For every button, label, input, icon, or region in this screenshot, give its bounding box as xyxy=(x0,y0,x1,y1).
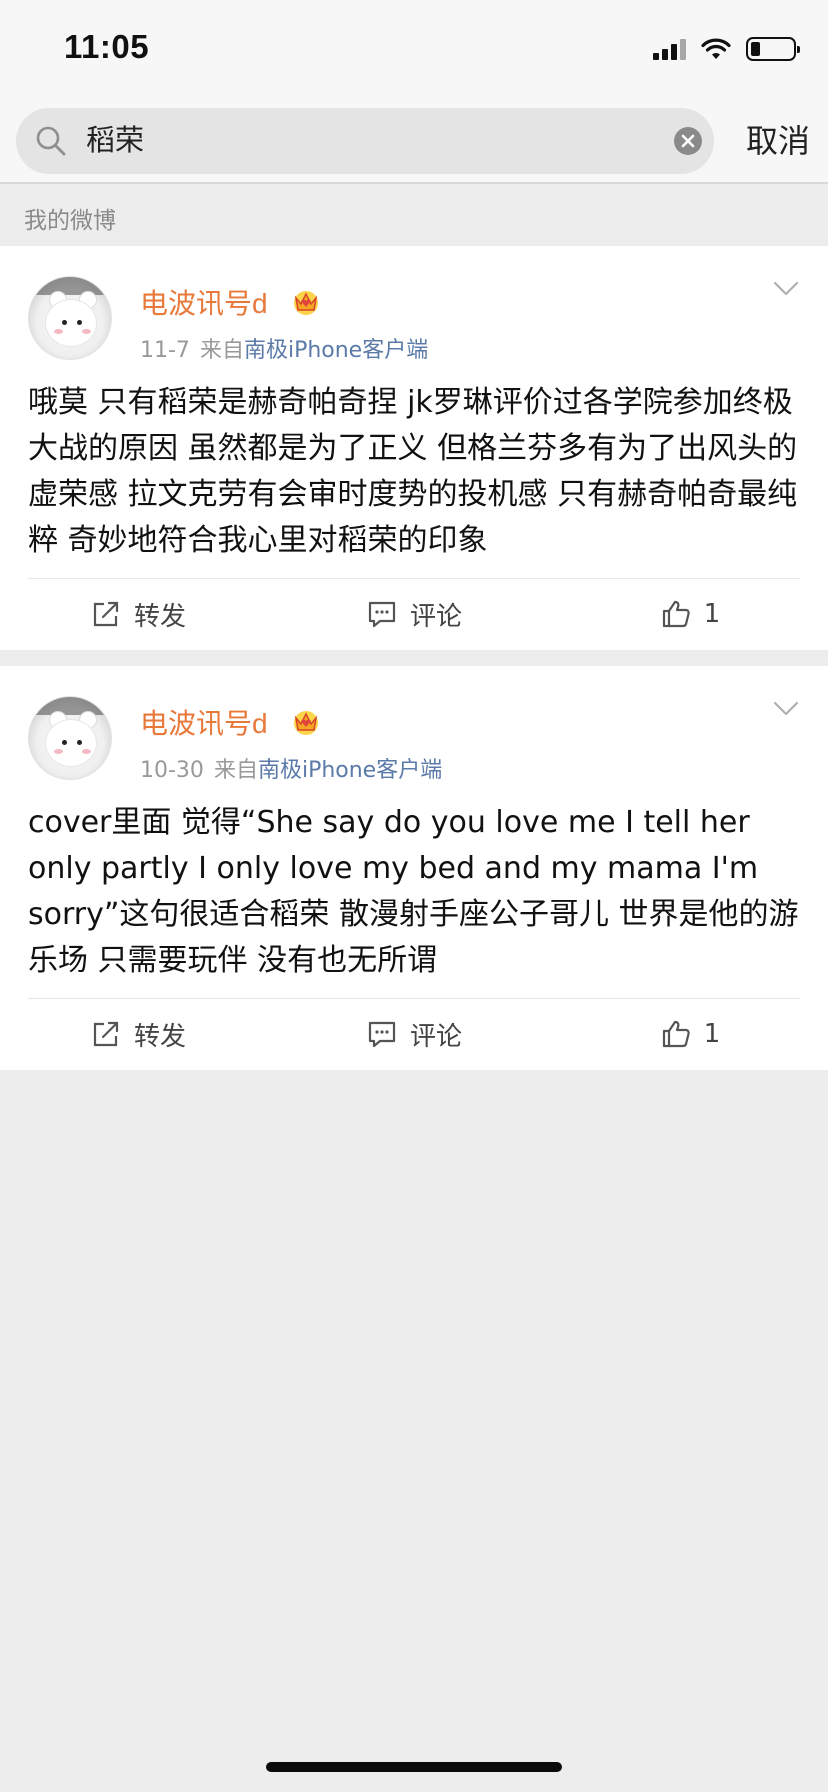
crown-vip-icon xyxy=(294,711,318,735)
source-prefix: 来自 xyxy=(199,338,244,363)
comment-label: 评论 xyxy=(409,1021,462,1052)
repost-button[interactable]: 转发 xyxy=(0,998,276,1070)
weibo-post[interactable]: 电波讯号d 11-7 来自南极iPhone客户端 哦莫 只有稻荣是赫奇帕奇捏 jk… xyxy=(0,246,828,650)
avatar[interactable] xyxy=(28,696,112,780)
comment-icon xyxy=(368,601,396,628)
home-indicator[interactable] xyxy=(266,1762,562,1772)
comment-button[interactable]: 评论 xyxy=(276,578,552,650)
post-meta: 11-7 来自南极iPhone客户端 xyxy=(140,332,428,364)
crown-vip-icon xyxy=(294,291,318,315)
source-link[interactable]: 南极iPhone客户端 xyxy=(258,758,442,783)
weibo-search-page: 11:05 稻荣 取消 我的微博 电波讯号d 11-7 来自南极iPhone客户… xyxy=(0,0,828,1792)
post-meta: 10-30 来自南极iPhone客户端 xyxy=(140,752,442,784)
search-icon xyxy=(36,126,66,156)
post-date: 10-30 xyxy=(140,758,204,783)
status-bar: 11:05 xyxy=(0,0,828,100)
repost-label: 转发 xyxy=(133,1021,186,1052)
search-header: 取消 xyxy=(0,100,828,184)
post-actions: 转发 评论 1 xyxy=(0,998,828,1070)
cellular-signal-icon xyxy=(653,38,686,60)
post-date: 11-7 xyxy=(140,338,190,363)
comment-label: 评论 xyxy=(409,601,462,632)
post-actions: 转发 评论 1 xyxy=(0,578,828,650)
source-prefix: 来自 xyxy=(213,758,258,783)
post-text: 哦莫 只有稻荣是赫奇帕奇捏 jk罗琳评价过各学院参加终极大战的原因 虽然都是为了… xyxy=(28,385,798,558)
battery-icon xyxy=(746,37,800,61)
author-name[interactable]: 电波讯号d xyxy=(140,282,268,322)
repost-label: 转发 xyxy=(133,601,186,632)
thumbs-up-icon xyxy=(662,1020,690,1048)
thumbs-up-icon xyxy=(662,600,690,628)
like-count: 1 xyxy=(703,599,721,629)
chevron-down-icon[interactable] xyxy=(772,700,800,718)
comment-icon xyxy=(368,1021,396,1048)
post-text: cover里面 觉得“She say do you love me I tell… xyxy=(28,805,799,978)
like-count: 1 xyxy=(703,1019,721,1049)
section-label: 我的微博 xyxy=(24,208,116,234)
share-icon xyxy=(93,601,119,627)
chevron-down-icon[interactable] xyxy=(772,280,800,298)
comment-button[interactable]: 评论 xyxy=(276,998,552,1070)
like-button[interactable]: 1 xyxy=(552,998,828,1070)
weibo-post[interactable]: 电波讯号d 10-30 来自南极iPhone客户端 cover里面 觉得“She … xyxy=(0,666,828,1070)
avatar[interactable] xyxy=(28,276,112,360)
status-icons xyxy=(653,36,800,62)
wifi-icon xyxy=(701,38,731,59)
search-input[interactable] xyxy=(86,108,666,174)
like-button[interactable]: 1 xyxy=(552,578,828,650)
source-link[interactable]: 南极iPhone客户端 xyxy=(244,338,428,363)
status-time: 11:05 xyxy=(64,28,150,65)
author-name[interactable]: 电波讯号d xyxy=(140,702,268,742)
clear-icon[interactable] xyxy=(674,127,702,155)
search-box[interactable] xyxy=(16,108,714,174)
share-icon xyxy=(93,1021,119,1047)
repost-button[interactable]: 转发 xyxy=(0,578,276,650)
cancel-button[interactable]: 取消 xyxy=(746,108,810,174)
